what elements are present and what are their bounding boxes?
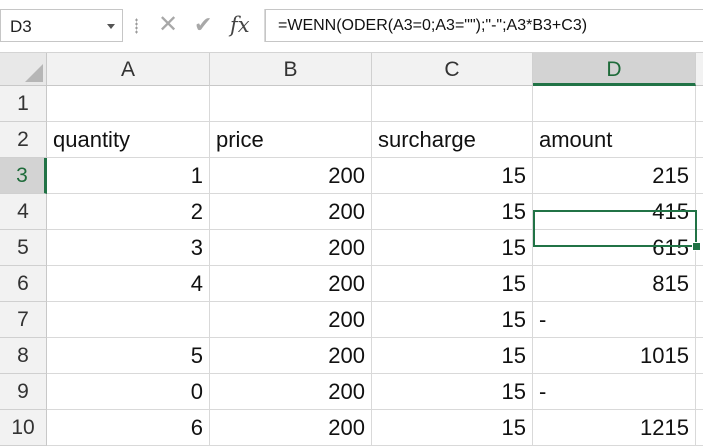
cell-a6[interactable]: 4 [47, 266, 210, 302]
row-header-3[interactable]: 3 [0, 158, 47, 194]
cell-d7[interactable]: - [533, 302, 696, 338]
cell-d10[interactable]: 1215 [533, 410, 696, 446]
cell-d2[interactable]: amount [533, 122, 696, 158]
cell-c7[interactable]: 15 [372, 302, 533, 338]
row-header-4[interactable]: 4 [0, 194, 47, 230]
cell-b2[interactable]: price [210, 122, 372, 158]
cell-b3[interactable]: 200 [210, 158, 372, 194]
cell-b9[interactable]: 200 [210, 374, 372, 410]
formula-bar: D3 ✕ ✔ fx =WENN(ODER(A3=0;A3="");"-";A3*… [0, 0, 703, 52]
column-header-d[interactable]: D [533, 53, 696, 86]
spreadsheet-grid: A B C D 1 2 quantity price surcharge amount 3 1… [0, 53, 703, 447]
cell-b10[interactable]: 200 [210, 410, 372, 446]
name-box-value: D3 [10, 17, 32, 36]
cell-b6[interactable]: 200 [210, 266, 372, 302]
row-header-1[interactable]: 1 [0, 86, 47, 122]
cell-a9[interactable]: 0 [47, 374, 210, 410]
cell-c3[interactable]: 15 [372, 158, 533, 194]
chevron-down-icon[interactable] [107, 24, 115, 29]
fill-handle[interactable] [692, 242, 701, 251]
cell-c4[interactable]: 15 [372, 194, 533, 230]
cell-e2[interactable] [696, 122, 703, 158]
cell-e6[interactable] [696, 266, 703, 302]
column-header-b[interactable]: B [210, 53, 372, 86]
cell-d9[interactable]: - [533, 374, 696, 410]
cell-b1[interactable] [210, 86, 372, 122]
cell-e7[interactable] [696, 302, 703, 338]
cancel-x-icon[interactable]: ✕ [158, 12, 180, 38]
cell-e9[interactable] [696, 374, 703, 410]
cell-a7[interactable] [47, 302, 210, 338]
cell-c9[interactable]: 15 [372, 374, 533, 410]
cell-c8[interactable]: 15 [372, 338, 533, 374]
cell-d1[interactable] [533, 86, 696, 122]
cell-a5[interactable]: 3 [47, 230, 210, 266]
cell-d8[interactable]: 1015 [533, 338, 696, 374]
row-header-7[interactable]: 7 [0, 302, 47, 338]
cell-b7[interactable]: 200 [210, 302, 372, 338]
cell-a1[interactable] [47, 86, 210, 122]
row-header-9[interactable]: 9 [0, 374, 47, 410]
name-box[interactable]: D3 [0, 9, 123, 42]
insert-function-icon[interactable]: fx [230, 11, 256, 39]
row-header-10[interactable]: 10 [0, 410, 47, 446]
cell-c2[interactable]: surcharge [372, 122, 533, 158]
cell-e3[interactable] [696, 158, 703, 194]
cell-c6[interactable]: 15 [372, 266, 533, 302]
cell-c1[interactable] [372, 86, 533, 122]
cell-b5[interactable]: 200 [210, 230, 372, 266]
cell-a3[interactable]: 1 [47, 158, 210, 194]
cell-a8[interactable]: 5 [47, 338, 210, 374]
column-header-a[interactable]: A [47, 53, 210, 86]
row-header-6[interactable]: 6 [0, 266, 47, 302]
cell-a4[interactable]: 2 [47, 194, 210, 230]
row-header-8[interactable]: 8 [0, 338, 47, 374]
row-header-2[interactable]: 2 [0, 122, 47, 158]
select-all-corner[interactable] [0, 53, 47, 86]
formula-text: =WENN(ODER(A3=0;A3="");"-";A3*B3+C3) [278, 17, 588, 34]
cell-d3[interactable]: 215 [533, 158, 696, 194]
column-header-e-partial[interactable] [696, 53, 703, 86]
select-all-triangle-icon [25, 64, 43, 82]
cell-e1[interactable] [696, 86, 703, 122]
formula-controls: ✕ ✔ fx [148, 9, 258, 42]
column-header-c[interactable]: C [372, 53, 533, 86]
cell-d5[interactable]: 615 [533, 230, 696, 266]
cell-e4[interactable] [696, 194, 703, 230]
formula-input[interactable]: =WENN(ODER(A3=0;A3="");"-";A3*B3+C3) [265, 9, 703, 42]
cell-b8[interactable]: 200 [210, 338, 372, 374]
check-icon[interactable]: ✔ [194, 12, 216, 38]
cell-c5[interactable]: 15 [372, 230, 533, 266]
resize-grip-icon[interactable] [135, 18, 138, 34]
cell-a10[interactable]: 6 [47, 410, 210, 446]
cell-a2[interactable]: quantity [47, 122, 210, 158]
cell-d4[interactable]: 415 [533, 194, 696, 230]
cell-e10[interactable] [696, 410, 703, 446]
cell-d6[interactable]: 815 [533, 266, 696, 302]
cell-c10[interactable]: 15 [372, 410, 533, 446]
row-header-5[interactable]: 5 [0, 230, 47, 266]
cell-e8[interactable] [696, 338, 703, 374]
cell-b4[interactable]: 200 [210, 194, 372, 230]
